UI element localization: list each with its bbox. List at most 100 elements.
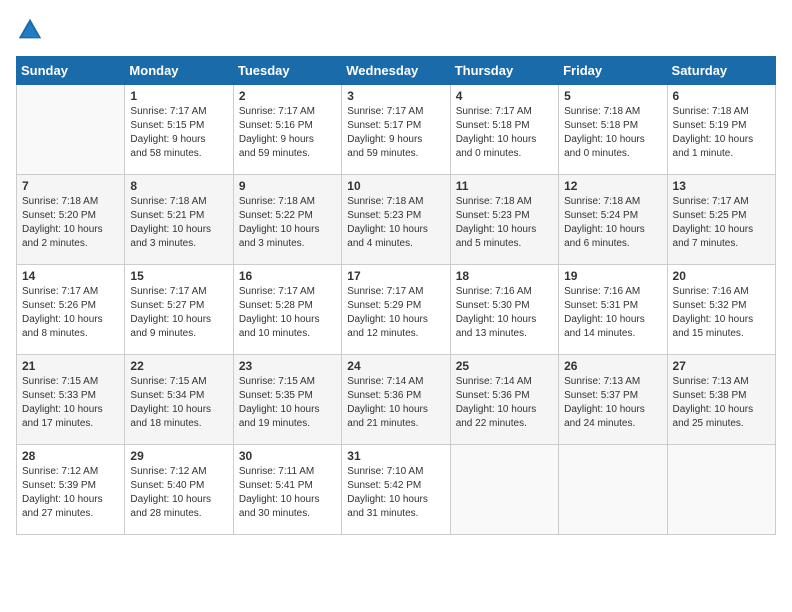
day-info: Sunrise: 7:17 AM Sunset: 5:27 PM Dayligh… — [130, 285, 227, 341]
day-info: Sunrise: 7:11 AM Sunset: 5:41 PM Dayligh… — [239, 465, 336, 521]
calendar-cell: 4 Sunrise: 7:17 AM Sunset: 5:18 PM Daylig… — [450, 85, 558, 175]
calendar-cell: 20 Sunrise: 7:16 AM Sunset: 5:32 PM Dayli… — [667, 265, 775, 355]
day-number: 9 — [239, 179, 336, 193]
calendar-cell — [450, 445, 558, 535]
day-number: 25 — [456, 359, 553, 373]
calendar-cell: 5 Sunrise: 7:18 AM Sunset: 5:18 PM Daylig… — [559, 85, 667, 175]
day-number: 15 — [130, 269, 227, 283]
day-info: Sunrise: 7:16 AM Sunset: 5:30 PM Dayligh… — [456, 285, 553, 341]
calendar-cell: 22 Sunrise: 7:15 AM Sunset: 5:34 PM Dayli… — [125, 355, 233, 445]
calendar-cell: 31Sunrise: 7:10 AM Sunset: 5:42 PM Dayli… — [342, 445, 450, 535]
day-info: Sunrise: 7:15 AM Sunset: 5:34 PM Dayligh… — [130, 375, 227, 431]
calendar-cell: 19 Sunrise: 7:16 AM Sunset: 5:31 PM Dayli… — [559, 265, 667, 355]
calendar-cell: 24 Sunrise: 7:14 AM Sunset: 5:36 PM Dayli… — [342, 355, 450, 445]
logo — [16, 16, 48, 44]
day-info: Sunrise: 7:18 AM Sunset: 5:19 PM Dayligh… — [673, 105, 770, 161]
day-number: 22 — [130, 359, 227, 373]
day-number: 20 — [673, 269, 770, 283]
day-number: 17 — [347, 269, 444, 283]
header-thursday: Thursday — [450, 57, 558, 85]
day-number: 8 — [130, 179, 227, 193]
day-number: 6 — [673, 89, 770, 103]
header-sunday: Sunday — [17, 57, 125, 85]
day-number: 21 — [22, 359, 119, 373]
day-info: Sunrise: 7:15 AM Sunset: 5:33 PM Dayligh… — [22, 375, 119, 431]
day-info: Sunrise: 7:18 AM Sunset: 5:23 PM Dayligh… — [347, 195, 444, 251]
week-row-4: 21 Sunrise: 7:15 AM Sunset: 5:33 PM Dayli… — [17, 355, 776, 445]
day-info: Sunrise: 7:18 AM Sunset: 5:22 PM Dayligh… — [239, 195, 336, 251]
day-info: Sunrise: 7:18 AM Sunset: 5:24 PM Dayligh… — [564, 195, 661, 251]
day-number: 29 — [130, 449, 227, 463]
calendar-cell: 10 Sunrise: 7:18 AM Sunset: 5:23 PM Dayli… — [342, 175, 450, 265]
day-number: 12 — [564, 179, 661, 193]
calendar-cell: 29 Sunrise: 7:12 AM Sunset: 5:40 PM Dayli… — [125, 445, 233, 535]
calendar-cell: 7Sunrise: 7:18 AM Sunset: 5:20 PM Daylig… — [17, 175, 125, 265]
day-info: Sunrise: 7:16 AM Sunset: 5:32 PM Dayligh… — [673, 285, 770, 341]
day-number: 4 — [456, 89, 553, 103]
day-info: Sunrise: 7:12 AM Sunset: 5:39 PM Dayligh… — [22, 465, 119, 521]
day-number: 28 — [22, 449, 119, 463]
day-info: Sunrise: 7:15 AM Sunset: 5:35 PM Dayligh… — [239, 375, 336, 431]
calendar-cell: 3 Sunrise: 7:17 AM Sunset: 5:17 PM Daylig… — [342, 85, 450, 175]
day-number: 23 — [239, 359, 336, 373]
header-saturday: Saturday — [667, 57, 775, 85]
day-info: Sunrise: 7:17 AM Sunset: 5:16 PM Dayligh… — [239, 105, 336, 161]
day-info: Sunrise: 7:13 AM Sunset: 5:37 PM Dayligh… — [564, 375, 661, 431]
day-info: Sunrise: 7:13 AM Sunset: 5:38 PM Dayligh… — [673, 375, 770, 431]
day-number: 27 — [673, 359, 770, 373]
day-info: Sunrise: 7:17 AM Sunset: 5:17 PM Dayligh… — [347, 105, 444, 161]
calendar-cell: 27 Sunrise: 7:13 AM Sunset: 5:38 PM Dayli… — [667, 355, 775, 445]
day-number: 18 — [456, 269, 553, 283]
day-number: 24 — [347, 359, 444, 373]
calendar-cell: 17 Sunrise: 7:17 AM Sunset: 5:29 PM Dayli… — [342, 265, 450, 355]
day-info: Sunrise: 7:17 AM Sunset: 5:28 PM Dayligh… — [239, 285, 336, 341]
calendar-cell: 12 Sunrise: 7:18 AM Sunset: 5:24 PM Dayli… — [559, 175, 667, 265]
calendar-cell: 23 Sunrise: 7:15 AM Sunset: 5:35 PM Dayli… — [233, 355, 341, 445]
header-wednesday: Wednesday — [342, 57, 450, 85]
calendar-cell: 26 Sunrise: 7:13 AM Sunset: 5:37 PM Dayli… — [559, 355, 667, 445]
calendar-header-row: SundayMondayTuesdayWednesdayThursdayFrid… — [17, 57, 776, 85]
header-friday: Friday — [559, 57, 667, 85]
day-info: Sunrise: 7:16 AM Sunset: 5:31 PM Dayligh… — [564, 285, 661, 341]
day-info: Sunrise: 7:14 AM Sunset: 5:36 PM Dayligh… — [456, 375, 553, 431]
day-info: Sunrise: 7:12 AM Sunset: 5:40 PM Dayligh… — [130, 465, 227, 521]
calendar-table: SundayMondayTuesdayWednesdayThursdayFrid… — [16, 56, 776, 535]
week-row-1: 1 Sunrise: 7:17 AM Sunset: 5:15 PM Daylig… — [17, 85, 776, 175]
calendar-cell: 2Sunrise: 7:17 AM Sunset: 5:16 PM Daylig… — [233, 85, 341, 175]
header-monday: Monday — [125, 57, 233, 85]
calendar-cell: 21 Sunrise: 7:15 AM Sunset: 5:33 PM Dayli… — [17, 355, 125, 445]
page-header — [16, 16, 776, 44]
calendar-cell — [17, 85, 125, 175]
calendar-cell: 13Sunrise: 7:17 AM Sunset: 5:25 PM Dayli… — [667, 175, 775, 265]
week-row-5: 28 Sunrise: 7:12 AM Sunset: 5:39 PM Dayli… — [17, 445, 776, 535]
logo-icon — [16, 16, 44, 44]
day-number: 10 — [347, 179, 444, 193]
calendar-cell — [559, 445, 667, 535]
calendar-cell: 9 Sunrise: 7:18 AM Sunset: 5:22 PM Daylig… — [233, 175, 341, 265]
day-info: Sunrise: 7:18 AM Sunset: 5:18 PM Dayligh… — [564, 105, 661, 161]
calendar-cell: 11Sunrise: 7:18 AM Sunset: 5:23 PM Dayli… — [450, 175, 558, 265]
week-row-2: 7Sunrise: 7:18 AM Sunset: 5:20 PM Daylig… — [17, 175, 776, 265]
day-info: Sunrise: 7:14 AM Sunset: 5:36 PM Dayligh… — [347, 375, 444, 431]
day-info: Sunrise: 7:17 AM Sunset: 5:15 PM Dayligh… — [130, 105, 227, 161]
day-number: 30 — [239, 449, 336, 463]
calendar-cell: 25 Sunrise: 7:14 AM Sunset: 5:36 PM Dayli… — [450, 355, 558, 445]
day-number: 3 — [347, 89, 444, 103]
day-number: 1 — [130, 89, 227, 103]
day-info: Sunrise: 7:17 AM Sunset: 5:29 PM Dayligh… — [347, 285, 444, 341]
day-info: Sunrise: 7:18 AM Sunset: 5:23 PM Dayligh… — [456, 195, 553, 251]
day-number: 26 — [564, 359, 661, 373]
day-info: Sunrise: 7:17 AM Sunset: 5:18 PM Dayligh… — [456, 105, 553, 161]
calendar-cell: 1 Sunrise: 7:17 AM Sunset: 5:15 PM Daylig… — [125, 85, 233, 175]
day-number: 31 — [347, 449, 444, 463]
day-info: Sunrise: 7:18 AM Sunset: 5:21 PM Dayligh… — [130, 195, 227, 251]
day-info: Sunrise: 7:17 AM Sunset: 5:25 PM Dayligh… — [673, 195, 770, 251]
day-number: 14 — [22, 269, 119, 283]
day-number: 19 — [564, 269, 661, 283]
week-row-3: 14Sunrise: 7:17 AM Sunset: 5:26 PM Dayli… — [17, 265, 776, 355]
calendar-cell: 8 Sunrise: 7:18 AM Sunset: 5:21 PM Daylig… — [125, 175, 233, 265]
day-info: Sunrise: 7:18 AM Sunset: 5:20 PM Dayligh… — [22, 195, 119, 251]
calendar-cell: 15 Sunrise: 7:17 AM Sunset: 5:27 PM Dayli… — [125, 265, 233, 355]
calendar-cell: 18 Sunrise: 7:16 AM Sunset: 5:30 PM Dayli… — [450, 265, 558, 355]
day-number: 5 — [564, 89, 661, 103]
